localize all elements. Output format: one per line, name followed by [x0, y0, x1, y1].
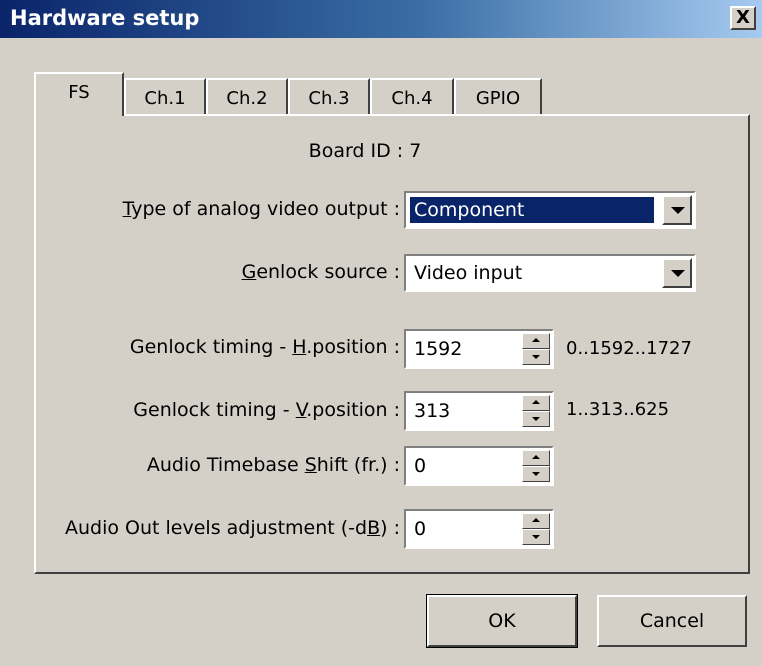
genlock-source-value: Video input [414, 262, 523, 284]
title-bar: Hardware setup X [0, 0, 762, 38]
tab-ch1-label: Ch.1 [144, 88, 186, 109]
audio-timebase-spinner[interactable]: 0 [404, 446, 554, 486]
ok-button[interactable]: OK [426, 594, 578, 648]
audio-timebase-value: 0 [414, 455, 427, 477]
chevron-down-icon[interactable] [662, 195, 692, 225]
board-id: Board ID : 7 [308, 140, 422, 162]
tab-ch4-label: Ch.4 [391, 88, 433, 109]
audio-levels-label: Audio Out levels adjustment (-dB) : [65, 517, 400, 539]
audio-levels-spinner[interactable]: 0 [404, 509, 554, 549]
tab-ch4[interactable]: Ch.4 [370, 78, 454, 116]
analog-type-value: Component [410, 197, 654, 223]
audio-timebase-label: Audio Timebase Shift (fr.) : [146, 454, 400, 476]
tab-ch2-label: Ch.2 [226, 88, 268, 109]
spin-down-icon[interactable] [522, 529, 550, 545]
spin-up-icon[interactable] [522, 395, 550, 411]
h-position-spinner[interactable]: 1592 [404, 329, 554, 369]
audio-levels-value: 0 [414, 518, 427, 540]
close-button[interactable]: X [730, 6, 756, 30]
spin-down-icon[interactable] [522, 349, 550, 365]
window-title: Hardware setup [10, 6, 200, 30]
cancel-button[interactable]: Cancel [597, 595, 747, 647]
tab-gpio[interactable]: GPIO [454, 78, 542, 116]
spin-up-icon[interactable] [522, 513, 550, 529]
v-position-label: Genlock timing - V.position : [133, 399, 400, 421]
tab-ch3[interactable]: Ch.3 [288, 78, 370, 116]
v-position-value: 313 [414, 400, 451, 422]
h-position-label: Genlock timing - H.position : [129, 336, 400, 358]
tab-fs[interactable]: FS [34, 72, 124, 116]
tab-ch1[interactable]: Ch.1 [124, 78, 206, 116]
close-icon: X [736, 7, 750, 28]
tab-fs-label: FS [68, 82, 90, 103]
v-position-spinner[interactable]: 313 [404, 391, 554, 431]
tab-ch3-label: Ch.3 [308, 88, 350, 109]
spin-up-icon[interactable] [522, 333, 550, 349]
genlock-source-select[interactable]: Video input [404, 254, 696, 292]
tab-ch2[interactable]: Ch.2 [206, 78, 288, 116]
v-position-range: 1..313..625 [566, 399, 670, 420]
spin-down-icon[interactable] [522, 411, 550, 427]
tab-gpio-label: GPIO [475, 88, 521, 109]
h-position-range: 0..1592..1727 [566, 338, 692, 359]
analog-type-label: Type of analog video output : [122, 198, 400, 220]
h-position-value: 1592 [414, 338, 463, 360]
spin-down-icon[interactable] [522, 466, 550, 482]
genlock-source-label: Genlock source : [241, 261, 400, 283]
spin-up-icon[interactable] [522, 450, 550, 466]
chevron-down-icon[interactable] [662, 258, 692, 288]
analog-type-select[interactable]: Component [404, 191, 696, 229]
